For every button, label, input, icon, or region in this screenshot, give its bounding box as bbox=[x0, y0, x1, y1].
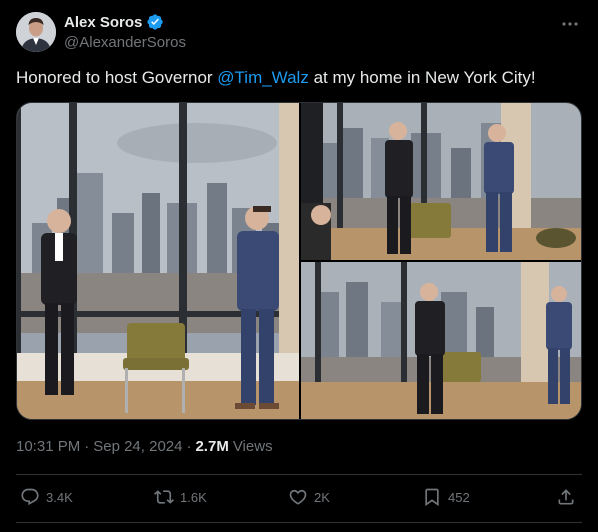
divider-top bbox=[16, 474, 582, 475]
share-button[interactable] bbox=[556, 487, 576, 507]
reply-icon bbox=[21, 488, 39, 506]
tweet-header: Alex Soros @AlexanderSoros bbox=[16, 10, 582, 54]
retweet-button[interactable]: 1.6K bbox=[154, 487, 207, 507]
tweet-time[interactable]: 10:31 PM bbox=[16, 438, 80, 455]
more-icon[interactable] bbox=[560, 14, 580, 34]
meta-separator: · bbox=[186, 438, 192, 455]
bookmark-icon bbox=[425, 488, 439, 507]
divider-bottom bbox=[16, 522, 582, 523]
photo-3[interactable] bbox=[301, 262, 581, 419]
bookmark-count: 452 bbox=[448, 489, 470, 505]
like-count: 2K bbox=[314, 489, 330, 505]
like-button[interactable]: 2K bbox=[288, 487, 330, 507]
retweet-icon bbox=[154, 490, 174, 504]
reply-button[interactable]: 3.4K bbox=[20, 487, 73, 507]
retweet-count: 1.6K bbox=[180, 489, 207, 505]
mention-link[interactable]: @Tim_Walz bbox=[217, 68, 309, 87]
tweet-text-after: at my home in New York City! bbox=[308, 68, 536, 87]
display-name[interactable]: Alex Soros bbox=[64, 14, 142, 31]
avatar[interactable] bbox=[16, 12, 56, 52]
verified-badge-icon bbox=[146, 13, 164, 31]
tweet-actions: 3.4K 1.6K 2K 452 bbox=[16, 476, 582, 518]
bookmark-button[interactable]: 452 bbox=[422, 487, 470, 507]
views-label: Views bbox=[232, 438, 273, 455]
photo-1[interactable] bbox=[17, 103, 299, 419]
handle[interactable]: @AlexanderSoros bbox=[64, 34, 186, 51]
tweet-date[interactable]: Sep 24, 2024 bbox=[93, 438, 182, 455]
photo-2[interactable] bbox=[301, 103, 581, 260]
media-grid bbox=[16, 102, 582, 420]
meta-separator: · bbox=[84, 438, 90, 455]
tweet-meta: 10:31 PM · Sep 24, 2024 · 2.7M Views bbox=[16, 438, 273, 455]
reply-count: 3.4K bbox=[46, 489, 73, 505]
user-info: Alex Soros @AlexanderSoros bbox=[64, 12, 186, 52]
tweet-text-before: Honored to host Governor bbox=[16, 68, 218, 87]
share-icon bbox=[558, 489, 574, 505]
views-count: 2.7M bbox=[195, 438, 229, 455]
heart-icon bbox=[289, 489, 307, 505]
tweet-text: Honored to host Governor @Tim_Walz at my… bbox=[16, 66, 582, 90]
